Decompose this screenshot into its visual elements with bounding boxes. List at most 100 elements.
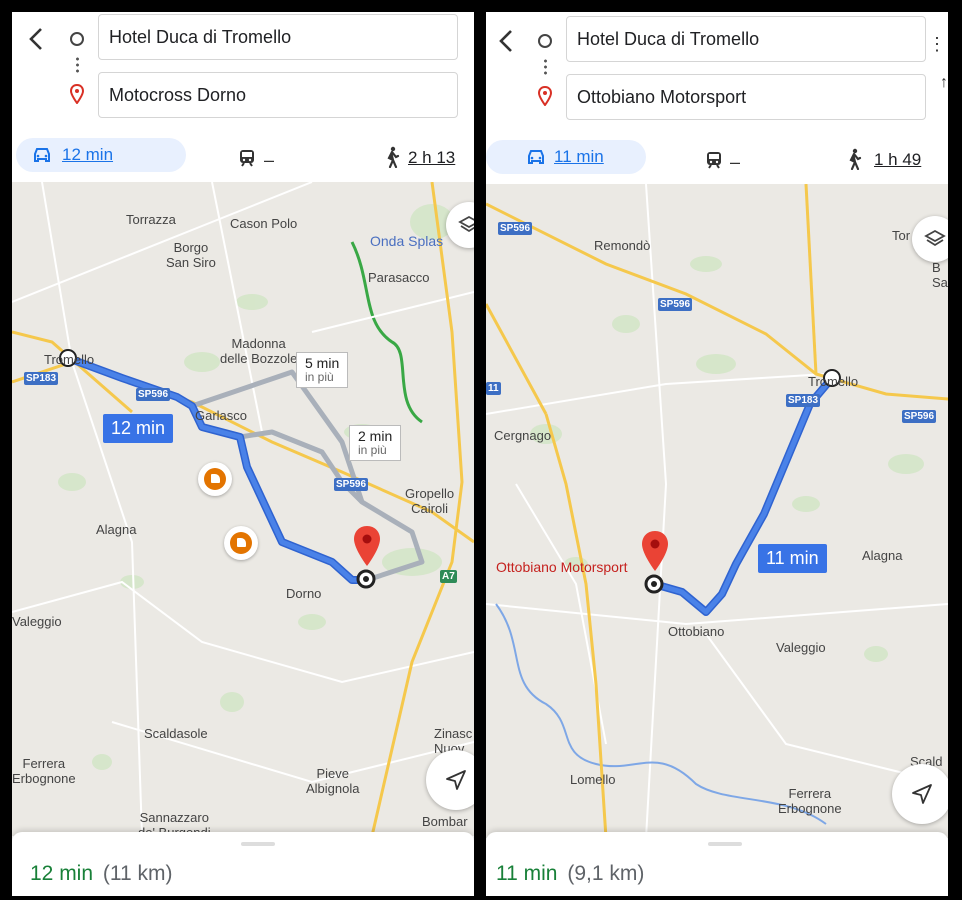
place-label: Tromello: [44, 352, 95, 367]
destination-input[interactable]: Ottobiano Motorsport: [566, 74, 926, 120]
place-label: Dorno: [286, 586, 322, 601]
destination-pin-icon: [537, 86, 553, 106]
car-time: 11 min: [554, 147, 604, 166]
road-shield: SP596: [334, 478, 369, 491]
alt-route-note: in più: [358, 443, 387, 457]
place-label: Cason Polo: [230, 216, 298, 231]
navigate-button[interactable]: [892, 764, 948, 824]
map-pin-icon[interactable]: [640, 529, 670, 573]
alt-route-time: 2 min: [358, 428, 393, 444]
back-arrow-icon[interactable]: [492, 26, 522, 56]
route-connector-icon: [76, 56, 79, 74]
place-label: Cergnago: [494, 428, 552, 443]
route-summary-sheet[interactable]: 12 min (11 km): [12, 832, 474, 896]
walk-time[interactable]: 1 h 49: [874, 150, 921, 170]
road-shield: SP596: [902, 410, 937, 423]
place-label: Lomello: [570, 772, 616, 787]
road-shield: 11: [486, 382, 501, 395]
place-label: Tor: [892, 228, 911, 243]
place-label: Tromello: [808, 374, 859, 389]
navigation-arrow-icon: [912, 784, 932, 804]
swap-icon[interactable]: ↑: [940, 74, 948, 92]
mode-car-tab[interactable]: 12 min: [16, 138, 186, 172]
navigation-arrow-icon: [446, 770, 466, 790]
map-view[interactable]: Torrazza Cason Polo Borgo San Siro Onda …: [12, 182, 474, 836]
origin-input[interactable]: Hotel Duca di Tromello: [98, 14, 458, 60]
layers-icon: [924, 229, 946, 247]
route-summary: 11 min (9,1 km): [496, 862, 644, 886]
sheet-grabber[interactable]: [241, 842, 275, 846]
directions-panel-right: Hotel Duca di Tromello Ottobiano Motorsp…: [486, 12, 948, 896]
place-label: Torrazza: [126, 212, 176, 227]
road-shield: SP596: [136, 388, 171, 401]
place-label: Garlasco: [195, 408, 248, 423]
back-arrow-icon[interactable]: [22, 24, 52, 54]
walk-icon[interactable]: [382, 146, 402, 168]
walk-time[interactable]: 2 h 13: [408, 148, 455, 168]
walk-icon[interactable]: [844, 148, 864, 170]
transit-time[interactable]: –: [264, 150, 274, 171]
map-pin-icon[interactable]: [352, 524, 382, 568]
map-background: [486, 184, 948, 838]
summary-distance: (9,1 km): [567, 862, 645, 885]
train-icon[interactable]: [237, 148, 257, 168]
origin-dot-icon: [538, 34, 552, 48]
destination-input[interactable]: Motocross Dorno: [98, 72, 458, 118]
road-shield: SP183: [786, 394, 821, 407]
travel-mode-bar: 11 min – 1 h 49: [486, 138, 948, 182]
layers-icon: [458, 215, 474, 233]
place-label: Parasacco: [368, 270, 430, 285]
summary-time: 12 min: [30, 862, 94, 885]
place-label: Alagna: [96, 522, 137, 537]
car-icon: [528, 150, 544, 164]
place-label: Alagna: [862, 548, 903, 563]
place-label: Remondò: [594, 238, 651, 253]
place-label: Onda Splas: [370, 233, 444, 249]
road-shield: SP183: [24, 372, 59, 385]
destination-pin-icon: [69, 84, 85, 104]
summary-time: 11 min: [496, 862, 558, 885]
place-label: B Sa: [932, 260, 948, 290]
route-summary: 12 min (11 km): [30, 862, 173, 886]
place-label: Ferrera Erbognone: [12, 756, 76, 786]
sheet-grabber[interactable]: [708, 842, 742, 846]
road-shield: A7: [440, 570, 457, 583]
traffic-incident-icon[interactable]: [224, 526, 258, 560]
directions-header: Hotel Duca di Tromello Ottobiano Motorsp…: [486, 12, 948, 140]
summary-distance: (11 km): [102, 862, 173, 885]
car-icon: [34, 148, 50, 162]
route-time-label[interactable]: 11 min: [758, 544, 827, 573]
train-icon[interactable]: [704, 150, 724, 170]
alt-route-time: 5 min: [305, 355, 340, 371]
place-label: Bombar: [422, 814, 468, 829]
more-options-icon[interactable]: ⋮: [928, 34, 946, 55]
origin-dot-icon: [70, 32, 84, 46]
place-label: Valeggio: [12, 614, 62, 629]
directions-header: Hotel Duca di Tromello Motocross Dorno: [12, 12, 474, 140]
transit-time[interactable]: –: [730, 152, 740, 173]
road-shield: SP596: [498, 222, 533, 235]
map-view[interactable]: Remondò Tor B Sa Tromello Cergnago Alagn…: [486, 184, 948, 838]
traffic-incident-icon[interactable]: [198, 462, 232, 496]
place-label: Pieve Albignola: [306, 766, 360, 796]
mode-car-tab[interactable]: 11 min: [486, 140, 646, 174]
alt-route-label[interactable]: 2 min in più: [349, 425, 402, 461]
alt-route-label[interactable]: 5 min in più: [296, 352, 349, 388]
travel-mode-bar: 12 min – 2 h 13: [12, 136, 474, 180]
destination-label: Ottobiano Motorsport: [496, 559, 628, 575]
place-label: Madonna delle Bozzole: [220, 336, 298, 366]
directions-panel-left: Hotel Duca di Tromello Motocross Dorno 1…: [12, 12, 474, 896]
route-summary-sheet[interactable]: 11 min (9,1 km): [486, 832, 948, 896]
place-label: Ottobiano: [668, 624, 725, 639]
place-label: Borgo San Siro: [166, 240, 216, 270]
place-label: Gropello Cairoli: [405, 486, 455, 516]
origin-input[interactable]: Hotel Duca di Tromello: [566, 16, 926, 62]
road-shield: SP596: [658, 298, 693, 311]
route-time-label[interactable]: 12 min: [103, 414, 174, 443]
car-time: 12 min: [62, 145, 114, 164]
place-label: Scaldasole: [144, 726, 208, 741]
place-label: Ferrera Erbognone: [778, 786, 842, 816]
alt-route-note: in più: [305, 370, 334, 384]
place-label: Valeggio: [776, 640, 826, 655]
route-connector-icon: [544, 58, 547, 76]
